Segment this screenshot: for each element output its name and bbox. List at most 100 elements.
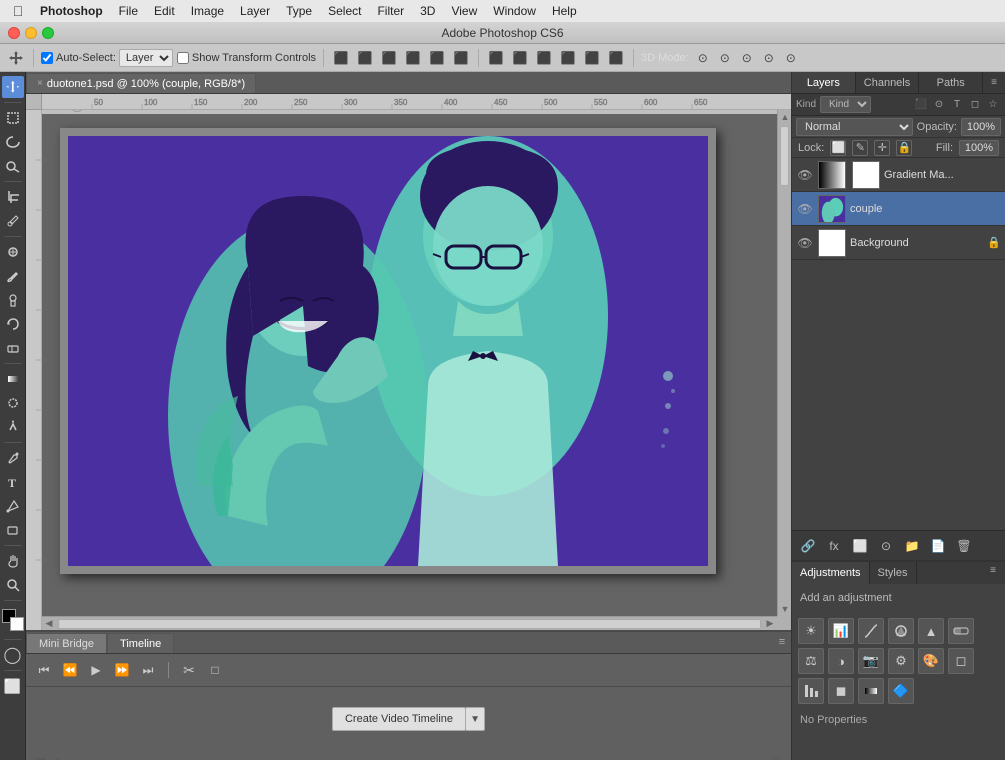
crop-tool[interactable] — [2, 186, 24, 208]
marquee-tool[interactable] — [2, 107, 24, 129]
channels-tab[interactable]: Channels — [856, 72, 920, 93]
layer-link-icon[interactable]: 🔗 — [798, 536, 818, 556]
path-select-tool[interactable] — [2, 495, 24, 517]
3d-scale-icon[interactable]: ⊙ — [781, 48, 801, 68]
scroll-left-arrow[interactable]: ◀ — [42, 617, 56, 631]
layer-row-gradient[interactable]: 👁 Gradient Ma... — [792, 158, 1005, 192]
adj-colorbalance-icon[interactable]: ⚖ — [798, 648, 824, 674]
adj-channelmix-icon[interactable]: ⚙ — [888, 648, 914, 674]
timeline-settings[interactable]: ⚙ — [769, 755, 783, 760]
menu-3d[interactable]: 3D — [412, 2, 443, 20]
distribute-3-icon[interactable]: ⬛ — [534, 48, 554, 68]
adj-exposure-icon[interactable] — [888, 618, 914, 644]
tl-next-button[interactable]: ⏩ — [112, 660, 132, 680]
document-tab[interactable]: × duotone1.psd @ 100% (couple, RGB/8*) — [26, 73, 256, 93]
dodge-tool[interactable] — [2, 416, 24, 438]
menu-edit[interactable]: Edit — [146, 2, 183, 20]
minimize-button[interactable] — [25, 27, 37, 39]
align-left-icon[interactable]: ⬛ — [331, 48, 351, 68]
adj-selectivecolor-icon[interactable]: 🔷 — [888, 678, 914, 704]
filter-smart-icon[interactable]: ☆ — [985, 97, 1001, 113]
menu-layer[interactable]: Layer — [232, 2, 278, 20]
adj-photo-icon[interactable]: 📷 — [858, 648, 884, 674]
bottom-panel-menu[interactable]: ≡ — [777, 631, 791, 653]
history-brush-tool[interactable] — [2, 313, 24, 335]
mini-bridge-tab[interactable]: Mini Bridge — [26, 633, 107, 653]
scroll-thumb-h[interactable] — [58, 619, 761, 629]
film-icon[interactable]: 🎞 — [34, 755, 48, 760]
scroll-right-arrow[interactable]: ▶ — [763, 617, 777, 631]
menu-file[interactable]: File — [111, 2, 146, 20]
eraser-tool[interactable] — [2, 337, 24, 359]
menu-window[interactable]: Window — [485, 2, 544, 20]
layers-filter-type[interactable]: Kind — [820, 96, 871, 113]
adj-vibrance-icon[interactable]: ▲ — [918, 618, 944, 644]
lock-pixels-icon[interactable]: ✎ — [852, 140, 868, 156]
tl-prev-button[interactable]: ⏪ — [60, 660, 80, 680]
distribute-1-icon[interactable]: ⬛ — [486, 48, 506, 68]
layer-fx-icon[interactable]: fx — [824, 536, 844, 556]
layer-row-couple[interactable]: 👁 couple — [792, 192, 1005, 226]
align-center-icon[interactable]: ⬛ — [355, 48, 375, 68]
distribute-6-icon[interactable]: ⬛ — [606, 48, 626, 68]
tl-play-button[interactable]: ▶ — [86, 660, 106, 680]
maximize-button[interactable] — [42, 27, 54, 39]
tl-transition-button[interactable]: □ — [205, 660, 225, 680]
brush-tool[interactable] — [2, 265, 24, 287]
lock-position-icon[interactable]: ✛ — [874, 140, 890, 156]
distribute-5-icon[interactable]: ⬛ — [582, 48, 602, 68]
create-timeline-button[interactable]: Create Video Timeline — [332, 707, 466, 731]
3d-slide-icon[interactable]: ⊙ — [759, 48, 779, 68]
distribute-2-icon[interactable]: ⬛ — [510, 48, 530, 68]
lasso-tool[interactable] — [2, 131, 24, 153]
layer-new-icon[interactable]: 📄 — [928, 536, 948, 556]
paths-tab[interactable]: Paths — [919, 72, 983, 93]
autoselect-check[interactable] — [41, 52, 53, 64]
color-swatches[interactable] — [2, 609, 24, 631]
adj-levels-icon[interactable]: 📊 — [828, 618, 854, 644]
3d-roll-icon[interactable]: ⊙ — [715, 48, 735, 68]
shape-tool[interactable] — [2, 519, 24, 541]
menu-select[interactable]: Select — [320, 2, 369, 20]
hand-tool[interactable] — [2, 550, 24, 572]
autoselect-checkbox[interactable]: Auto-Select: Layer — [41, 49, 173, 67]
timeline-tab[interactable]: Timeline — [107, 633, 174, 653]
styles-tab[interactable]: Styles — [870, 562, 917, 584]
spot-heal-tool[interactable] — [2, 241, 24, 263]
align-top-icon[interactable]: ⬛ — [403, 48, 423, 68]
adjustments-tab[interactable]: Adjustments — [792, 562, 870, 584]
align-bottom-icon[interactable]: ⬛ — [451, 48, 471, 68]
distribute-4-icon[interactable]: ⬛ — [558, 48, 578, 68]
autoselect-dropdown[interactable]: Layer — [119, 49, 173, 67]
3d-pan-icon[interactable]: ⊙ — [737, 48, 757, 68]
scrollbar-vertical[interactable]: ▲ ▼ — [777, 110, 791, 616]
zoom-tool[interactable] — [2, 574, 24, 596]
layer-visibility-2[interactable]: 👁 — [796, 234, 814, 252]
align-middle-icon[interactable]: ⬛ — [427, 48, 447, 68]
move-tool[interactable] — [2, 76, 24, 98]
scrollbar-horizontal[interactable]: ◀ ▶ — [42, 616, 777, 630]
scroll-down-arrow[interactable]: ▼ — [778, 602, 791, 616]
tl-start-button[interactable]: ⏮ — [34, 660, 54, 680]
stamp-tool[interactable] — [2, 289, 24, 311]
filter-text-icon[interactable]: T — [949, 97, 965, 113]
layers-tab[interactable]: Layers — [792, 72, 856, 93]
create-timeline-dropdown[interactable]: ▼ — [465, 707, 485, 731]
layer-delete-icon[interactable]: 🗑 — [954, 536, 974, 556]
layer-row-background[interactable]: 👁 Background 🔒 — [792, 226, 1005, 260]
lock-all-icon[interactable]: 🔒 — [896, 140, 912, 156]
adj-gradientmap-icon[interactable] — [858, 678, 884, 704]
opacity-input[interactable] — [961, 118, 1001, 136]
fill-input[interactable] — [959, 140, 999, 156]
adj-threshold-icon[interactable]: ◼ — [828, 678, 854, 704]
layer-visibility-0[interactable]: 👁 — [796, 166, 814, 184]
adj-panel-menu[interactable]: ≡ — [985, 562, 1001, 578]
menu-type[interactable]: Type — [278, 2, 320, 20]
eyedropper-tool[interactable] — [2, 210, 24, 232]
layer-mask-add-icon[interactable]: ⬜ — [850, 536, 870, 556]
transform-controls-checkbox[interactable]: Show Transform Controls — [177, 52, 316, 64]
adj-colorlookup-icon[interactable]: 🎨 — [918, 648, 944, 674]
transform-check[interactable] — [177, 52, 189, 64]
menu-filter[interactable]: Filter — [369, 2, 412, 20]
close-button[interactable] — [8, 27, 20, 39]
